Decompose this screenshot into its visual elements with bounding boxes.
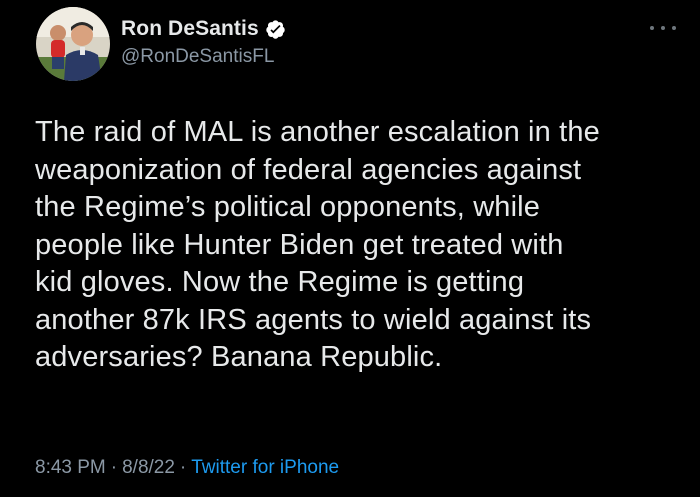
tweet-source-link[interactable]: Twitter for iPhone bbox=[191, 457, 339, 478]
verified-badge-icon bbox=[265, 19, 286, 40]
tweet-date[interactable]: 8/8/22 bbox=[122, 457, 175, 478]
dot-icon bbox=[672, 26, 676, 30]
user-avatar[interactable] bbox=[36, 7, 110, 81]
tweet-card: Ron DeSantis @RonDeSantisFL The raid of … bbox=[0, 0, 700, 497]
dot-icon bbox=[661, 26, 665, 30]
separator: · bbox=[179, 457, 187, 478]
tweet-text: The raid of MAL is another escalation in… bbox=[35, 116, 600, 373]
display-name[interactable]: Ron DeSantis bbox=[121, 17, 259, 41]
tweet-time[interactable]: 8:43 PM bbox=[35, 457, 106, 478]
name-row: Ron DeSantis bbox=[121, 16, 286, 42]
avatar-image bbox=[36, 7, 110, 81]
more-options-icon[interactable] bbox=[650, 20, 676, 36]
separator: · bbox=[110, 457, 118, 478]
user-handle[interactable]: @RonDeSantisFL bbox=[121, 46, 274, 68]
dot-icon bbox=[650, 26, 654, 30]
tweet-metadata: 8:43 PM · 8/8/22 · Twitter for iPhone bbox=[35, 457, 339, 479]
